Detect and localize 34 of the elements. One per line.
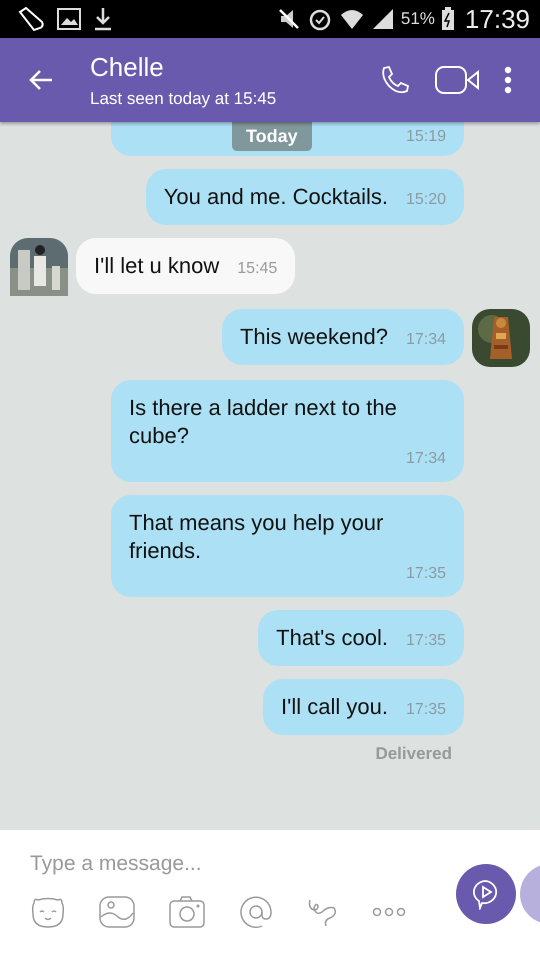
mute-icon <box>276 7 301 31</box>
message-text: That means you help your friends. <box>129 509 384 565</box>
more-icon[interactable] <box>372 906 406 918</box>
clock: 17:39 <box>464 4 530 34</box>
message-time: 15:20 <box>406 191 446 209</box>
message-time: 15:19 <box>406 128 446 146</box>
image-icon <box>56 7 82 31</box>
download-icon <box>92 6 114 32</box>
more-options-icon[interactable] <box>504 66 512 94</box>
back-icon[interactable] <box>28 68 54 92</box>
camera-icon[interactable] <box>168 895 206 929</box>
battery-percentage: 51% <box>400 9 435 29</box>
last-seen-text: Last seen today at 15:45 <box>90 88 278 108</box>
message-text: Is there a ladder next to the cube? <box>129 394 398 450</box>
message-time: 17:35 <box>406 632 446 650</box>
signal-icon <box>370 7 395 31</box>
message-text: That's cool. <box>276 624 388 652</box>
message-text: You and me. Cocktails. <box>164 183 388 211</box>
video-camera-icon[interactable] <box>434 64 480 96</box>
message-text: I'll let u know <box>94 252 220 280</box>
battery-icon <box>440 7 455 31</box>
message-time: 17:35 <box>406 701 446 719</box>
delivery-status: Delivered <box>375 744 452 764</box>
message-text: This weekend? <box>240 323 388 351</box>
contact-name: Chelle <box>90 52 165 82</box>
message-time: 17:34 <box>406 331 446 349</box>
message-time: 17:34 <box>406 450 446 468</box>
date-chip: Today <box>232 122 312 151</box>
wifi-icon <box>338 7 365 31</box>
message-time: 17:35 <box>406 565 446 583</box>
message-time: 15:45 <box>237 260 278 278</box>
at-sign-icon[interactable] <box>238 894 274 930</box>
message-text: I'll call you. <box>281 693 388 721</box>
gallery-icon[interactable] <box>98 895 136 929</box>
